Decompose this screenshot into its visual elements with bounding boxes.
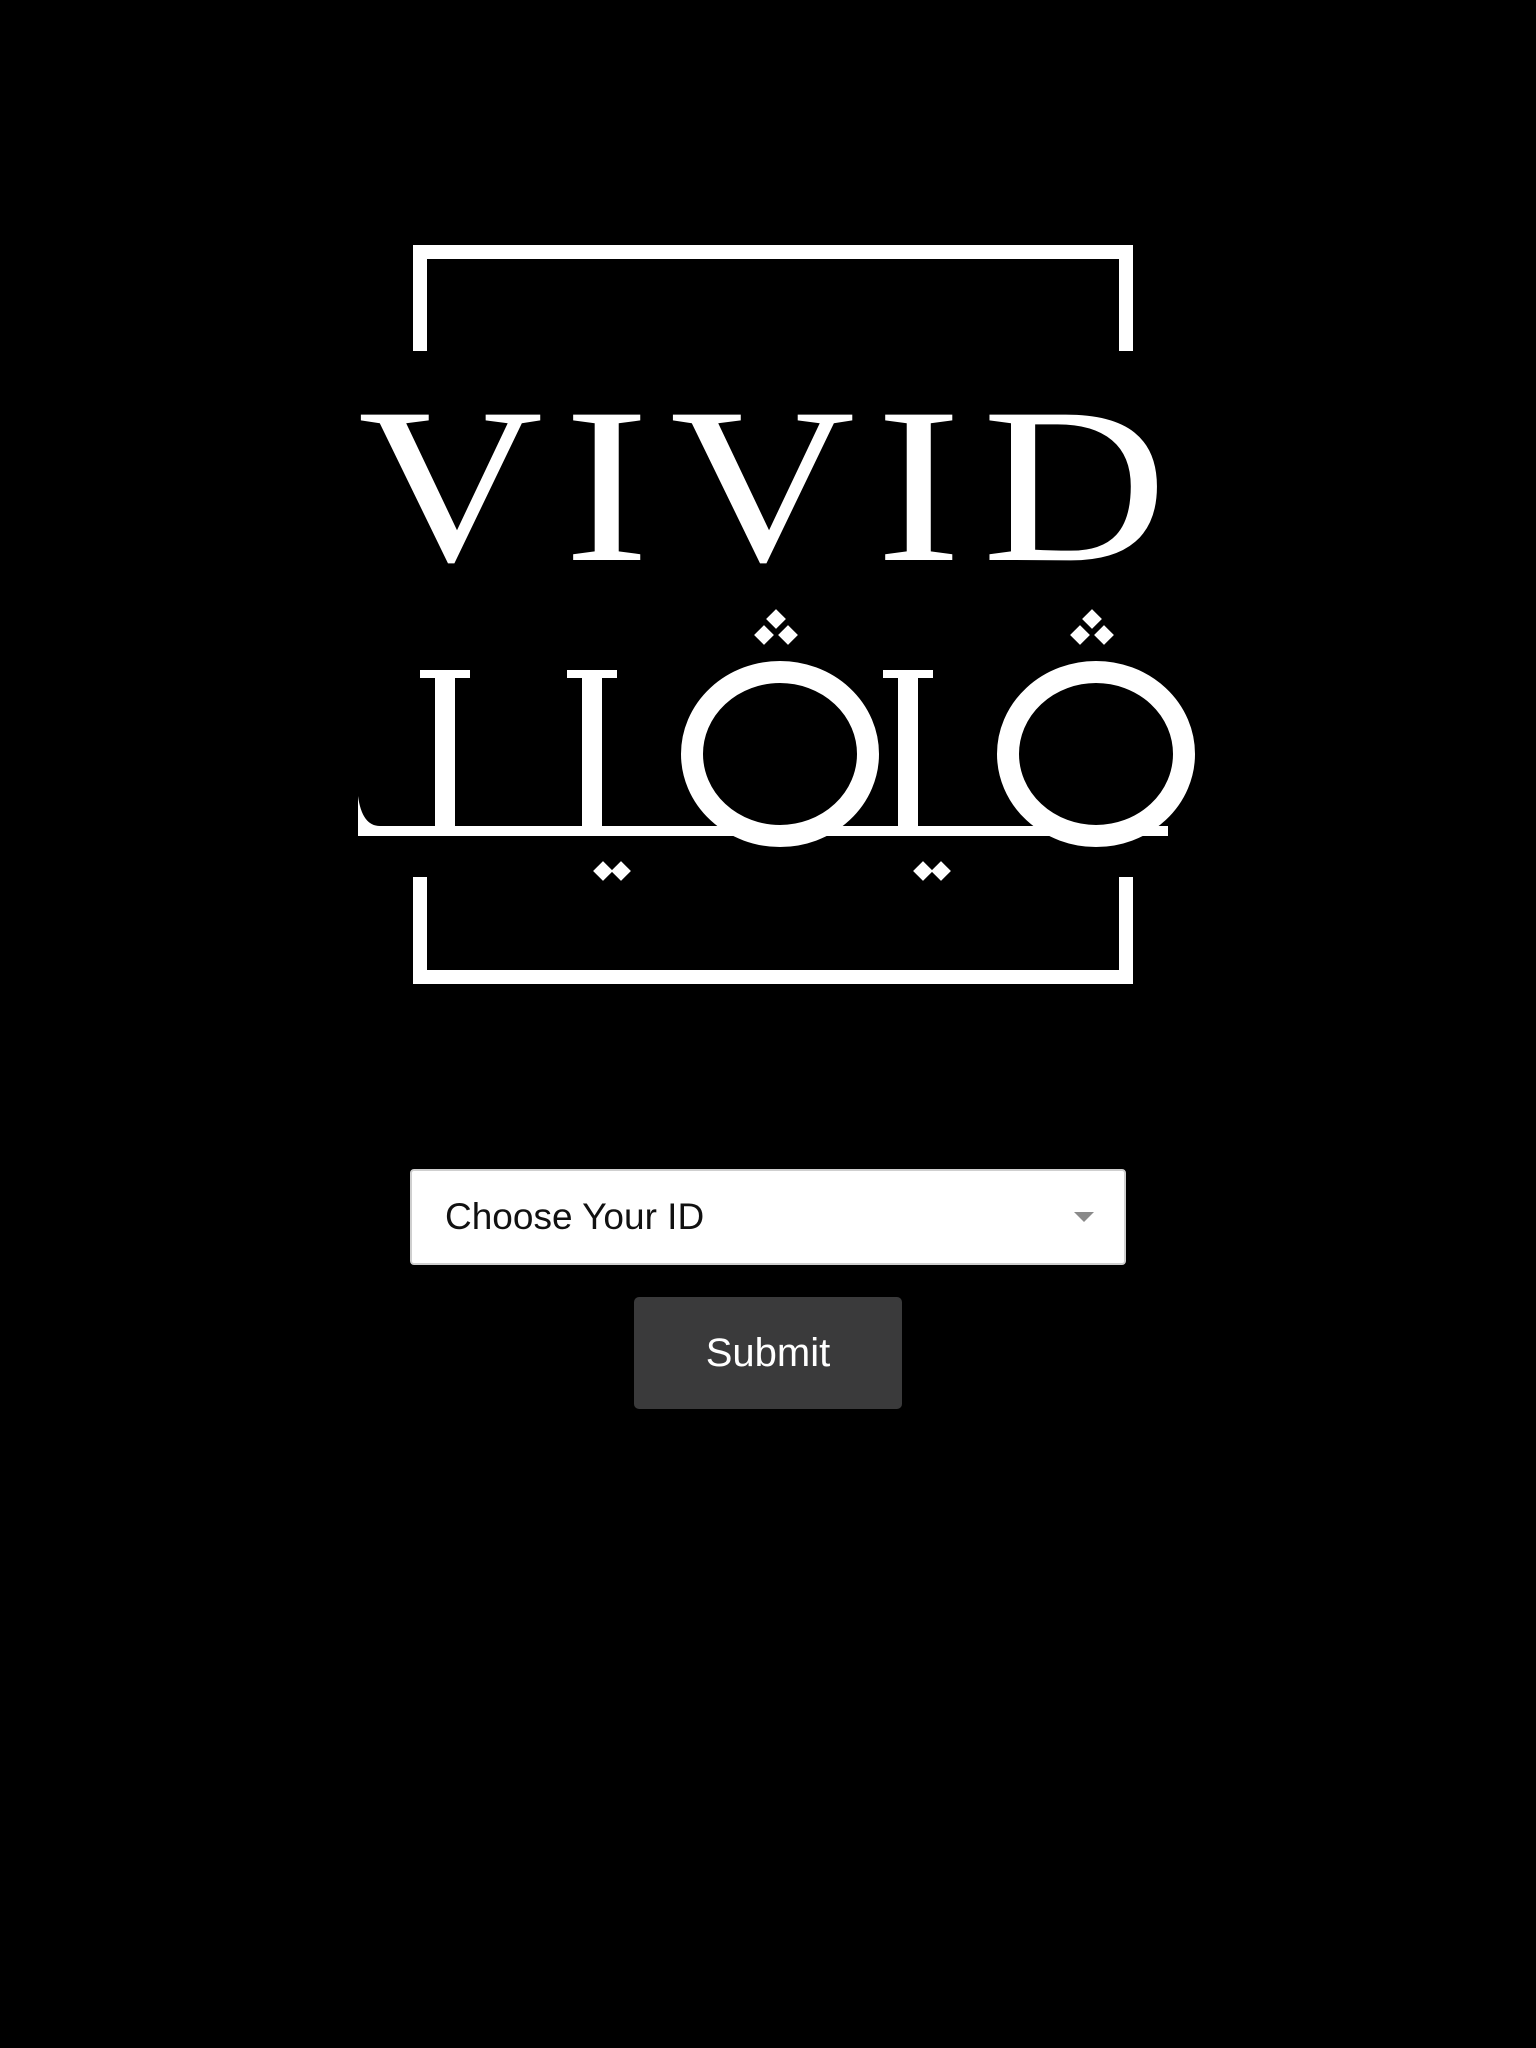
id-select[interactable]: Choose Your ID xyxy=(410,1169,1126,1265)
login-page: VIVID Choose Your ID Submit xyxy=(0,0,1536,2048)
id-select-value: Choose Your ID xyxy=(445,1196,705,1237)
chevron-down-icon xyxy=(1074,1212,1094,1222)
submit-button[interactable]: Submit xyxy=(634,1297,902,1409)
svg-text:VIVID: VIVID xyxy=(358,363,1188,609)
vivid-logo: VIVID xyxy=(350,240,1196,986)
